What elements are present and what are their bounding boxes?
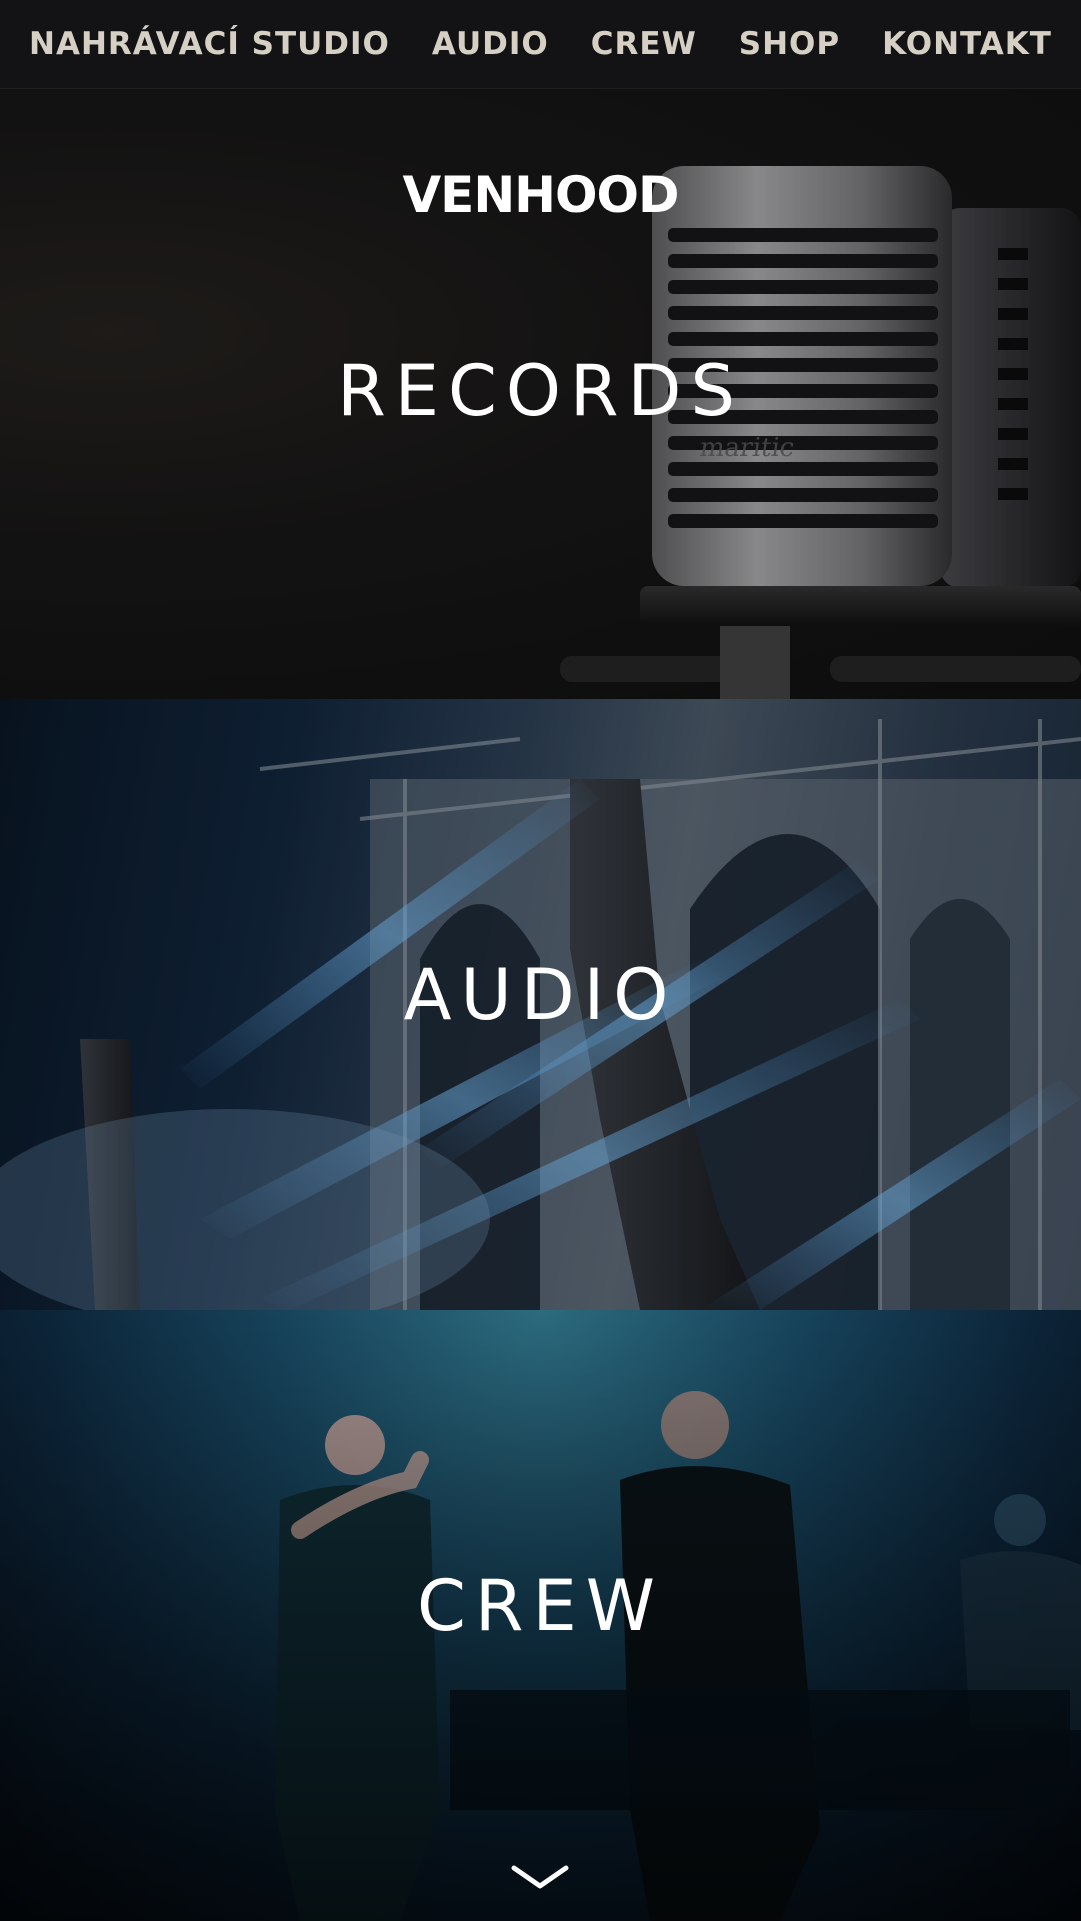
nav-item-shop[interactable]: SHOP: [739, 26, 840, 62]
microphone-brand-label: maritic: [697, 433, 797, 463]
nav-item-audio[interactable]: AUDIO: [432, 26, 549, 62]
records-panel[interactable]: VENHOOD maritic RECORDS: [0, 88, 1081, 699]
records-title[interactable]: RECORDS: [0, 350, 1081, 432]
crew-title[interactable]: CREW: [0, 1565, 1081, 1647]
nav-item-crew[interactable]: CREW: [591, 26, 697, 62]
nav-item-contact[interactable]: KONTAKT: [882, 26, 1052, 62]
nav-item-recording-studio[interactable]: NAHRÁVACÍ STUDIO: [29, 26, 390, 62]
top-navigation: NAHRÁVACÍ STUDIO AUDIO CREW SHOP KONTAKT: [0, 0, 1081, 89]
audio-title[interactable]: AUDIO: [0, 954, 1081, 1036]
chevron-down-icon[interactable]: [510, 1862, 570, 1892]
venhood-logo: VENHOOD: [402, 166, 679, 224]
audio-panel[interactable]: AUDIO: [0, 699, 1081, 1310]
crew-panel[interactable]: CREW: [0, 1310, 1081, 1921]
